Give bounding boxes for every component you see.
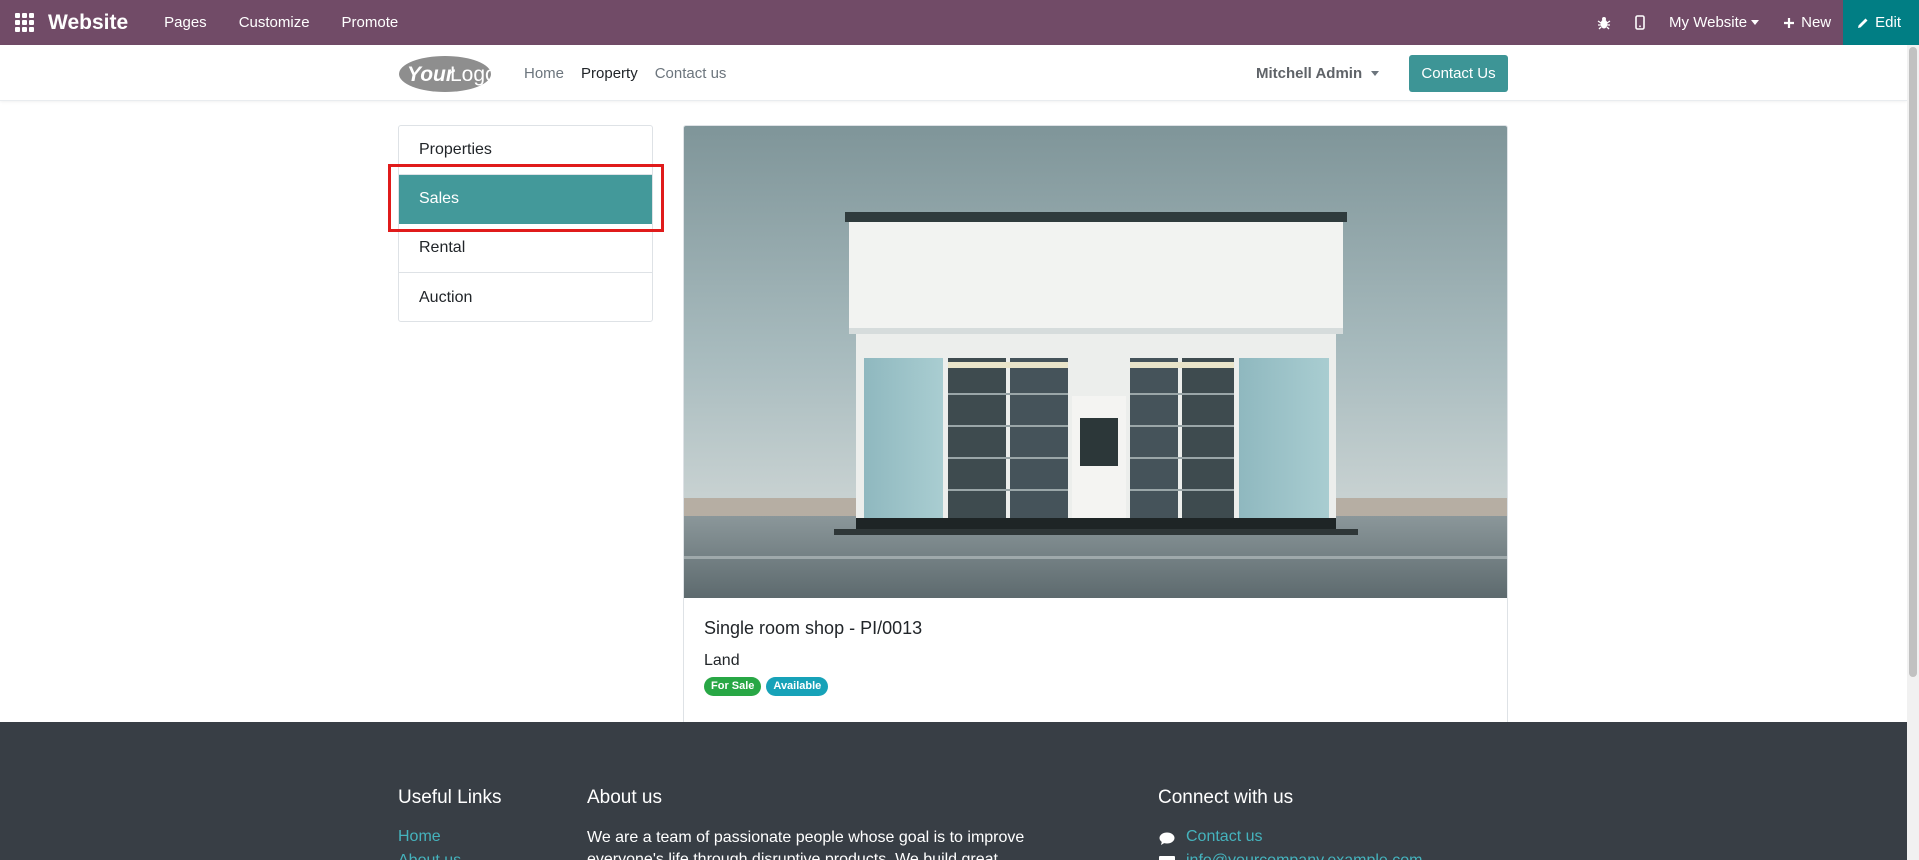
comment-icon (1159, 832, 1175, 845)
mobile-preview-icon[interactable] (1623, 0, 1657, 45)
menu-pages[interactable]: Pages (148, 0, 223, 45)
menu-promote[interactable]: Promote (326, 0, 415, 45)
edit-button[interactable]: Edit (1843, 0, 1919, 45)
property-card-body: Single room shop - PI/0013 Land For Sale… (684, 598, 1507, 716)
property-badges: For Sale Available (704, 677, 1487, 696)
property-image (684, 126, 1507, 598)
admin-menu: Pages Customize Promote (148, 0, 414, 45)
pencil-icon (1858, 18, 1868, 28)
footer-email-link[interactable]: info@yourcompany.example.com (1186, 852, 1423, 860)
page-scrollbar[interactable] (1907, 45, 1919, 860)
envelope-icon (1159, 856, 1175, 860)
website-switcher[interactable]: My Website (1657, 0, 1771, 45)
site-logo[interactable]: Your Logo (397, 54, 497, 94)
highlight-annotation (388, 164, 664, 232)
category-auction[interactable]: Auction (399, 273, 652, 321)
property-type: Land (704, 652, 740, 669)
for-sale-badge: For Sale (704, 677, 762, 696)
useful-links-heading: Useful Links (398, 787, 502, 808)
footer-link-home[interactable]: Home (398, 828, 441, 846)
nav-contact-us[interactable]: Contact us (655, 65, 727, 82)
debug-icon[interactable] (1585, 0, 1623, 45)
about-us-text-line1: We are a team of passionate people whose… (587, 829, 1025, 846)
chevron-down-icon (1371, 70, 1380, 76)
site-nav: Home Property Contact us (524, 45, 743, 101)
user-menu[interactable]: Mitchell Admin (1256, 45, 1380, 101)
app-brand[interactable]: Website (48, 11, 128, 35)
website-switcher-label: My Website (1669, 14, 1748, 31)
site-footer: Useful Links Home About us About us We a… (0, 722, 1907, 860)
plus-icon (1784, 17, 1795, 28)
svg-text:Your: Your (407, 63, 456, 86)
footer-contact-link[interactable]: Contact us (1186, 828, 1262, 846)
chevron-down-icon (1751, 20, 1760, 25)
site-header: Your Logo Home Property Contact us Mitch… (0, 45, 1907, 101)
footer-link-about-us[interactable]: About us (398, 852, 461, 860)
nav-property[interactable]: Property (581, 65, 638, 82)
contact-us-button[interactable]: Contact Us (1409, 55, 1508, 92)
new-label: New (1801, 14, 1832, 31)
edit-label: Edit (1875, 14, 1901, 31)
menu-customize[interactable]: Customize (223, 0, 326, 45)
available-badge: Available (766, 677, 829, 696)
about-us-text-line2: everyone's life through disruptive produ… (587, 851, 998, 860)
property-card[interactable]: Single room shop - PI/0013 Land For Sale… (683, 125, 1508, 725)
property-title[interactable]: Single room shop - PI/0013 (704, 618, 1487, 639)
apps-menu-icon[interactable] (0, 0, 48, 45)
nav-home[interactable]: Home (524, 65, 564, 82)
svg-text:Logo: Logo (450, 63, 493, 86)
scrollbar-thumb[interactable] (1909, 47, 1917, 677)
admin-navbar: Website Pages Customize Promote My Websi… (0, 0, 1919, 45)
connect-heading: Connect with us (1158, 787, 1294, 808)
admin-right-tools: My Website New Edit (1585, 0, 1919, 45)
new-content-button[interactable]: New (1771, 0, 1843, 45)
user-name: Mitchell Admin (1256, 64, 1363, 82)
about-us-heading: About us (587, 787, 662, 808)
